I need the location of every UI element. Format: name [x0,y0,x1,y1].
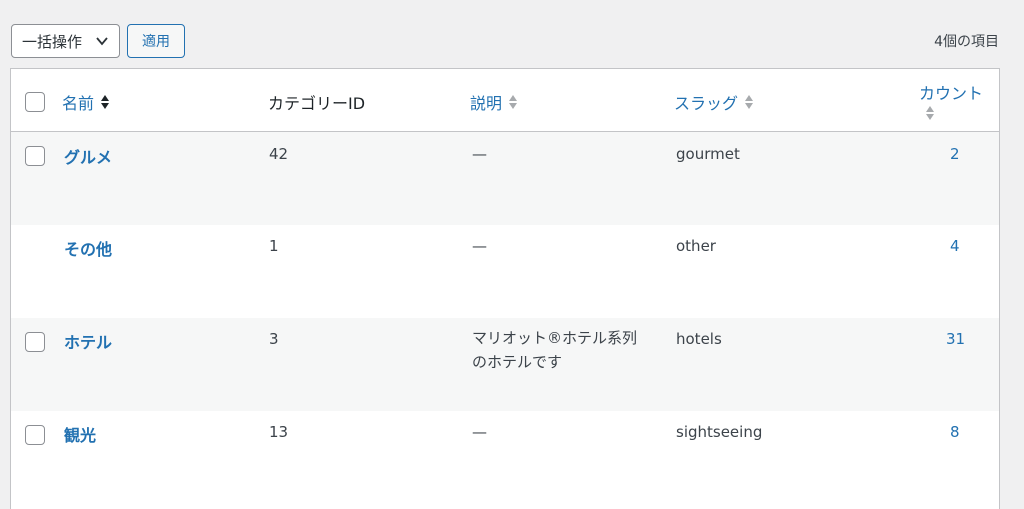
row-checkbox[interactable] [25,332,45,352]
category-count-link[interactable]: 31 [946,330,965,348]
category-slug: sightseeing [676,423,763,441]
category-id: 13 [269,423,289,441]
column-category-id-header: カテゴリーID [268,90,365,114]
category-slug: gourmet [676,145,740,163]
category-description: — [472,145,487,163]
category-id: 3 [269,330,279,348]
category-id: 42 [269,145,289,163]
row-checkbox[interactable] [25,146,45,166]
bulk-action-select[interactable]: 一括操作 [11,24,120,58]
tablenav-top: 一括操作 適用 4個の項目 [0,0,1024,68]
column-name-header[interactable]: 名前 [62,90,110,114]
apply-button[interactable]: 適用 [127,24,185,58]
sort-icon [745,95,754,109]
column-slug-header[interactable]: スラッグ [674,90,754,114]
table-row: その他 1 — other 4 [11,225,999,318]
sort-icon [509,95,518,109]
row-checkbox[interactable] [25,425,45,445]
category-description: マリオット®ホテル系列 のホテルです [472,326,637,374]
column-description-header[interactable]: 説明 [470,90,518,114]
column-description-label: 説明 [470,94,503,113]
table-row: ホテル 3 マリオット®ホテル系列 のホテルです hotels 31 [11,318,999,411]
category-table: 名前 カテゴリーID 説明 スラッグ カウント グルメ 42 — gourmet… [10,68,1000,509]
description-line: のホテルです [472,353,563,371]
category-id: 1 [269,237,279,255]
category-count-link[interactable]: 4 [950,237,960,255]
table-row: グルメ 42 — gourmet 2 [11,132,999,225]
column-slug-label: スラッグ [674,94,739,113]
category-name-link[interactable]: 観光 [64,426,96,445]
description-line: マリオット®ホテル系列 [472,329,638,347]
select-all-checkbox[interactable] [25,92,45,112]
category-slug: other [676,237,716,255]
sort-icon [926,106,934,120]
column-category-id-label: カテゴリーID [268,94,366,113]
table-row: 観光 13 — sightseeing 8 [11,411,999,504]
category-name-link[interactable]: ホテル [64,333,112,352]
column-name-label: 名前 [62,94,95,113]
category-slug: hotels [676,330,722,348]
category-count-link[interactable]: 2 [950,145,960,163]
category-count-link[interactable]: 8 [950,423,960,441]
category-description: — [472,237,487,255]
category-description: — [472,423,487,441]
column-count-label: カウント [919,84,984,103]
sort-asc-icon [101,95,110,109]
chevron-down-icon [96,37,108,46]
table-header: 名前 カテゴリーID 説明 スラッグ カウント [11,69,999,132]
category-name-link[interactable]: その他 [64,240,112,259]
column-count-header[interactable]: カウント [919,80,983,122]
category-name-link[interactable]: グルメ [64,148,112,167]
item-count: 4個の項目 [934,34,999,50]
bulk-action-label: 一括操作 [22,32,83,51]
